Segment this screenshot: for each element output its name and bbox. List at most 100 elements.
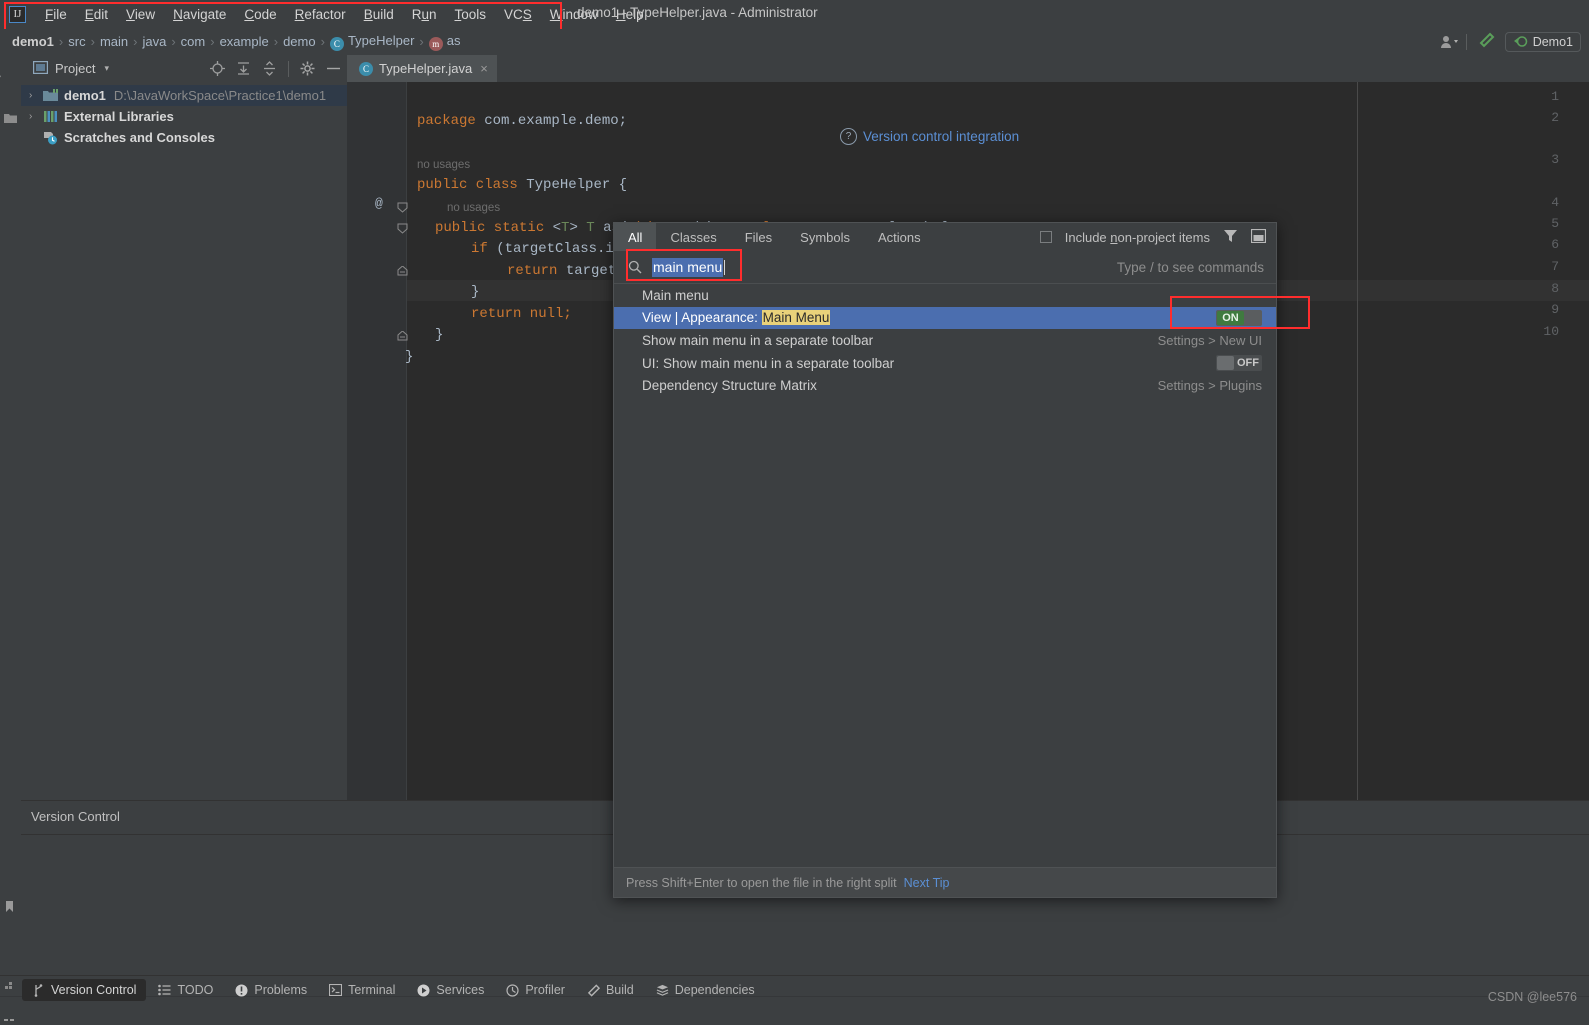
breadcrumb-item-demo1[interactable]: demo1: [8, 34, 58, 49]
run-config-icon: [1513, 36, 1528, 47]
preview-panel-icon[interactable]: [1250, 228, 1267, 246]
locate-icon[interactable]: [210, 61, 225, 76]
search-input[interactable]: main menu: [652, 258, 726, 277]
java-class-icon: C: [359, 61, 373, 76]
result-label: UI: Show main menu in a separate toolbar: [642, 355, 895, 371]
tree-row[interactable]: › demo1 D:\JavaWorkSpace\Practice1\demo1: [21, 85, 347, 106]
tree-item-label: External Libraries: [64, 109, 174, 124]
build-icon: [587, 983, 600, 997]
tree-row[interactable]: Scratches and Consoles: [21, 127, 347, 148]
search-everywhere-tabs[interactable]: All Classes Files Symbols Actions Include no…: [614, 223, 1276, 251]
se-tab-classes[interactable]: Classes: [656, 223, 730, 251]
breadcrumb-item-demo[interactable]: demo: [279, 34, 320, 49]
expand-arrow-icon[interactable]: ›: [29, 111, 41, 122]
menu-item-edit[interactable]: Edit: [76, 4, 117, 25]
resize-grip-icon[interactable]: [5, 979, 15, 989]
status-bar-item-todo[interactable]: TODO: [148, 979, 223, 1001]
status-bar-item-terminal[interactable]: Terminal: [319, 979, 405, 1001]
result-meta: Settings > New UI: [1157, 332, 1262, 348]
folder-icon[interactable]: [4, 111, 17, 123]
project-panel-header: Project ▾: [21, 55, 347, 82]
status-bar-item-problems[interactable]: Problems: [225, 979, 317, 1001]
breadcrumb-item-as[interactable]: m as: [425, 33, 465, 51]
status-bar-item-profiler[interactable]: Profiler: [496, 979, 575, 1001]
menu-item-run[interactable]: Run: [403, 4, 446, 25]
next-tip-link[interactable]: Next Tip: [904, 876, 950, 890]
menu-item-view[interactable]: View: [117, 4, 164, 25]
search-result-row[interactable]: Show main menu in a separate toolbar Sett…: [614, 329, 1276, 352]
chevron-down-icon[interactable]: ▾: [104, 63, 109, 74]
status-bar-item-label: Problems: [254, 983, 308, 997]
search-everywhere-input-row[interactable]: main menu Type / to see commands: [614, 251, 1276, 284]
branch-icon: [32, 983, 45, 997]
toggle-knob: [1244, 310, 1261, 325]
inlay-hint-usages: no usages: [417, 159, 471, 171]
gear-icon[interactable]: [300, 61, 315, 76]
breadcrumb-item-example[interactable]: example: [216, 34, 273, 49]
fold-marker-end[interactable]: [397, 330, 408, 341]
menu-item-code[interactable]: Code: [235, 4, 285, 25]
se-tab-files[interactable]: Files: [731, 223, 786, 251]
hammer-icon[interactable]: [1477, 32, 1495, 51]
menu-item-vcs[interactable]: VCS: [495, 4, 541, 25]
editor-tab-typehelper[interactable]: C TypeHelper.java ×: [347, 55, 497, 82]
bookmark-icon[interactable]: [4, 900, 15, 913]
status-bar-item-build[interactable]: Build: [577, 979, 644, 1001]
status-bar-item-services[interactable]: Services: [407, 979, 494, 1001]
breadcrumb-item-com[interactable]: com: [177, 34, 210, 49]
close-icon[interactable]: ×: [480, 61, 488, 76]
breadcrumb-item-java[interactable]: java: [138, 34, 170, 49]
fold-marker[interactable]: [397, 201, 408, 213]
fold-marker[interactable]: [397, 222, 408, 234]
menu-item-refactor[interactable]: Refactor: [286, 4, 355, 25]
minimize-icon[interactable]: [326, 61, 341, 76]
search-result-row[interactable]: Dependency Structure Matrix Settings > Pl…: [614, 374, 1276, 397]
search-result-row[interactable]: Main menu: [614, 284, 1276, 307]
menu-item-tools[interactable]: Tools: [446, 4, 496, 25]
breadcrumb-label: src: [68, 34, 86, 49]
toggle-label: OFF: [1237, 356, 1259, 369]
expand-arrow-icon[interactable]: ›: [29, 90, 41, 101]
expand-all-icon[interactable]: [236, 61, 251, 76]
editor-tab-strip: C TypeHelper.java ×: [347, 55, 1589, 82]
result-toggle-off[interactable]: OFF: [1216, 354, 1262, 371]
breadcrumb-item-main[interactable]: main: [96, 34, 132, 49]
project-panel-title: Project: [55, 61, 96, 76]
search-input-value: main menu: [652, 258, 724, 277]
main-menu[interactable]: File Edit View Navigate Code Refactor Build Run…: [36, 4, 653, 25]
search-icon: [628, 260, 642, 274]
status-bar-item-dependencies[interactable]: Dependencies: [646, 979, 765, 1001]
search-everywhere-options: Include non-project items: [1039, 223, 1276, 251]
breadcrumb-label: java: [142, 34, 167, 49]
tree-item-path: D:\JavaWorkSpace\Practice1\demo1: [113, 88, 327, 103]
se-tab-all[interactable]: All: [614, 223, 657, 251]
breadcrumb-item-typehelper[interactable]: C TypeHelper: [326, 33, 418, 51]
menu-item-build[interactable]: Build: [355, 4, 403, 25]
left-tool-strip: Project Bookmarks Structure: [0, 55, 22, 1021]
inlay-hint-usages: no usages: [447, 202, 501, 214]
status-bar-item-version-control[interactable]: Version Control: [22, 979, 147, 1001]
include-non-project-checkbox[interactable]: [1039, 231, 1052, 243]
search-result-row[interactable]: UI: Show main menu in a separate toolbar…: [614, 352, 1276, 375]
fold-marker-end[interactable]: [397, 265, 408, 276]
menu-item-navigate[interactable]: Navigate: [164, 4, 235, 25]
version-control-integration-link[interactable]: ? Version control integration: [840, 128, 1019, 145]
menu-item-file[interactable]: File: [36, 4, 76, 25]
project-tree[interactable]: › demo1 D:\JavaWorkSpace\Practice1\demo1 › E…: [21, 82, 347, 148]
account-icon[interactable]: [1440, 35, 1458, 49]
tree-row[interactable]: › External Libraries: [21, 106, 347, 127]
search-result-row[interactable]: View | Appearance: Main Menu ON: [614, 306, 1276, 330]
status-bar: Version Control TODO Problems Terminal Servi…: [0, 975, 1589, 1019]
breadcrumb[interactable]: demo1 › src › main › java › com › example › demo › C Ty…: [0, 29, 1589, 54]
status-bar-tools[interactable]: Version Control TODO Problems Terminal Servi…: [22, 979, 765, 1001]
search-results-list[interactable]: Main menu View | Appearance: Main Menu ON S…: [614, 284, 1276, 397]
filter-icon[interactable]: [1223, 229, 1238, 246]
breadcrumb-item-src[interactable]: src: [64, 34, 89, 49]
se-tab-symbols[interactable]: Symbols: [786, 223, 864, 251]
toggle-knob: [1217, 355, 1234, 370]
se-tab-actions[interactable]: Actions: [864, 223, 935, 251]
run-configuration-selector[interactable]: Demo1: [1504, 31, 1581, 52]
collapse-all-icon[interactable]: [262, 61, 277, 76]
breadcrumb-label: demo: [283, 34, 316, 49]
result-toggle-on[interactable]: ON: [1216, 309, 1262, 326]
